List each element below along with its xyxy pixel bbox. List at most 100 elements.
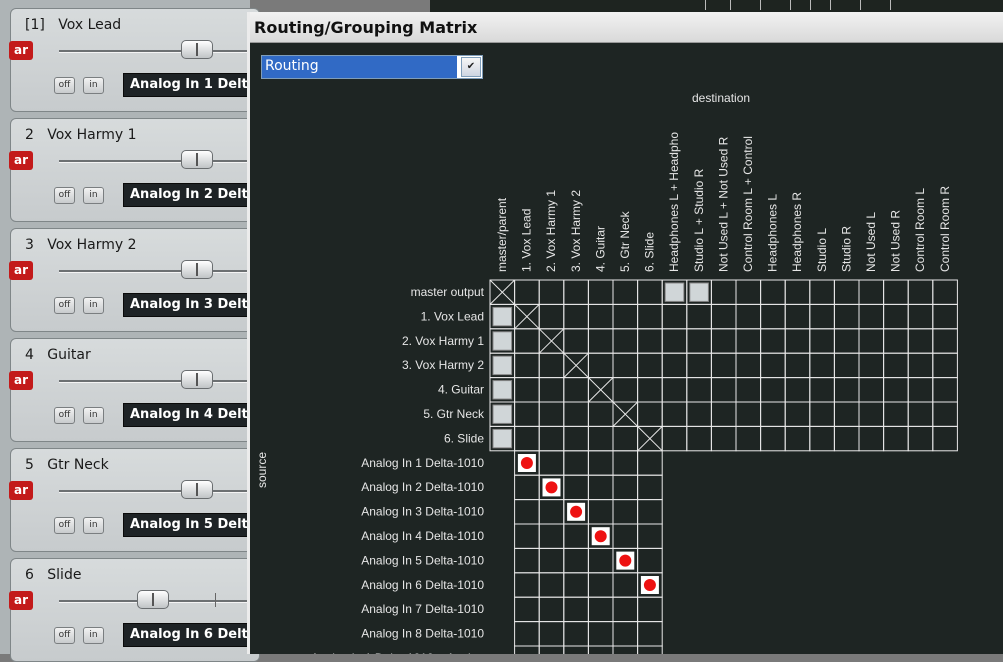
matrix-cell[interactable] [637,303,663,330]
input-monitor-button[interactable]: in [83,77,104,94]
matrix-cell[interactable] [563,572,589,598]
matrix-cell[interactable] [538,523,565,549]
matrix-cell[interactable] [858,377,885,403]
record-arm-button[interactable]: ar [9,591,33,610]
matrix-cell[interactable] [883,425,909,452]
matrix-cell[interactable] [538,572,565,598]
matrix-cell[interactable] [637,523,663,549]
record-input-select[interactable]: Analog In 2 Delta-1010 [123,183,263,207]
volume-slider-handle[interactable] [181,370,213,389]
record-arm-button[interactable]: ar [9,261,33,280]
matrix-cell[interactable] [587,596,614,623]
matrix-cell[interactable] [563,645,589,654]
route-active-cell[interactable] [492,404,513,424]
matrix-cell[interactable] [514,425,540,452]
matrix-cell[interactable] [612,303,639,330]
track-name[interactable]: 3 Vox Harmy 2 [25,237,137,253]
monitor-off-button[interactable]: off [54,407,75,424]
matrix-cell[interactable] [686,352,712,379]
matrix-cell[interactable] [809,303,835,330]
matrix-cell[interactable] [760,377,786,403]
route-active-cell[interactable] [492,355,513,376]
matrix-cell[interactable] [833,352,860,379]
matrix-cell[interactable] [587,621,614,647]
matrix-cell[interactable] [587,499,614,525]
matrix-cell[interactable] [612,621,639,647]
matrix-cell[interactable] [661,328,688,354]
matrix-cell[interactable] [612,499,639,525]
matrix-cell[interactable] [809,279,835,305]
input-monitor-button[interactable]: in [83,627,104,644]
matrix-cell[interactable] [612,572,639,598]
matrix-cell[interactable] [661,401,688,427]
matrix-cell[interactable] [514,279,540,305]
record-arm-button[interactable]: ar [9,371,33,390]
matrix-cell[interactable] [514,499,540,525]
matrix-cell[interactable] [883,401,909,427]
matrix-cell[interactable] [563,596,589,623]
volume-slider-track[interactable] [59,160,259,162]
matrix-cell[interactable] [784,425,811,452]
matrix-cell[interactable] [809,352,835,379]
track-strip[interactable]: 5 Gtr Neck ar offin Analog In 5 Delta-1010 [9,448,263,552]
matrix-cell[interactable] [833,401,860,427]
matrix-cell[interactable] [587,572,614,598]
matrix-cell[interactable] [809,401,835,427]
matrix-cell[interactable] [637,547,663,574]
monitor-off-button[interactable]: off [54,297,75,314]
matrix-cell[interactable] [637,328,663,354]
record-arm-button[interactable]: ar [9,151,33,170]
matrix-cell[interactable] [858,303,885,330]
matrix-cell[interactable] [514,547,540,574]
matrix-cell[interactable] [760,328,786,354]
matrix-cell[interactable] [735,279,762,305]
monitor-off-button[interactable]: off [54,77,75,94]
matrix-cell[interactable] [760,303,786,330]
matrix-cell[interactable] [514,523,540,549]
matrix-cell[interactable] [538,450,565,476]
matrix-cell[interactable] [612,328,639,354]
track-strip[interactable]: 3 Vox Harmy 2 ar offin Analog In 3 Delta-10… [9,228,263,332]
matrix-cell[interactable] [932,401,958,427]
matrix-cell[interactable] [932,377,958,403]
matrix-cell[interactable] [809,425,835,452]
matrix-cell[interactable] [661,425,688,452]
matrix-cell[interactable] [538,547,565,574]
matrix-cell[interactable] [538,621,565,647]
matrix-cell[interactable] [563,621,589,647]
matrix-cell[interactable] [514,645,540,654]
matrix-cell[interactable] [538,377,565,403]
matrix-cell[interactable] [784,279,811,305]
matrix-cell[interactable] [907,425,934,452]
input-monitor-button[interactable]: in [83,297,104,314]
route-active-cell[interactable] [492,380,513,400]
input-assign-dot[interactable] [570,505,583,518]
matrix-cell[interactable] [587,547,614,574]
matrix-cell[interactable] [563,450,589,476]
record-input-select[interactable]: Analog In 6 Delta-1010 [123,623,263,647]
matrix-cell[interactable] [563,425,589,452]
matrix-cell[interactable] [514,328,540,354]
matrix-cell[interactable] [907,377,934,403]
input-monitor-button[interactable]: in [83,407,104,424]
matrix-cell[interactable] [637,596,663,623]
volume-slider-handle[interactable] [181,40,213,59]
matrix-cell[interactable] [784,303,811,330]
matrix-cell[interactable] [760,401,786,427]
track-name[interactable]: [1] Vox Lead [25,17,121,33]
matrix-cell[interactable] [710,425,737,452]
chevron-down-icon[interactable]: ✔ [461,57,481,77]
matrix-cell[interactable] [587,645,614,654]
matrix-cell[interactable] [661,352,688,379]
matrix-cell[interactable] [612,352,639,379]
matrix-cell[interactable] [686,328,712,354]
matrix-cell[interactable] [563,547,589,574]
matrix-cell[interactable] [637,499,663,525]
matrix-cell[interactable] [932,279,958,305]
matrix-cell[interactable] [538,352,565,379]
matrix-cell[interactable] [514,572,540,598]
matrix-cell[interactable] [587,401,614,427]
route-active-cell[interactable] [492,428,513,449]
matrix-cell[interactable] [563,377,589,403]
matrix-cell[interactable] [563,401,589,427]
